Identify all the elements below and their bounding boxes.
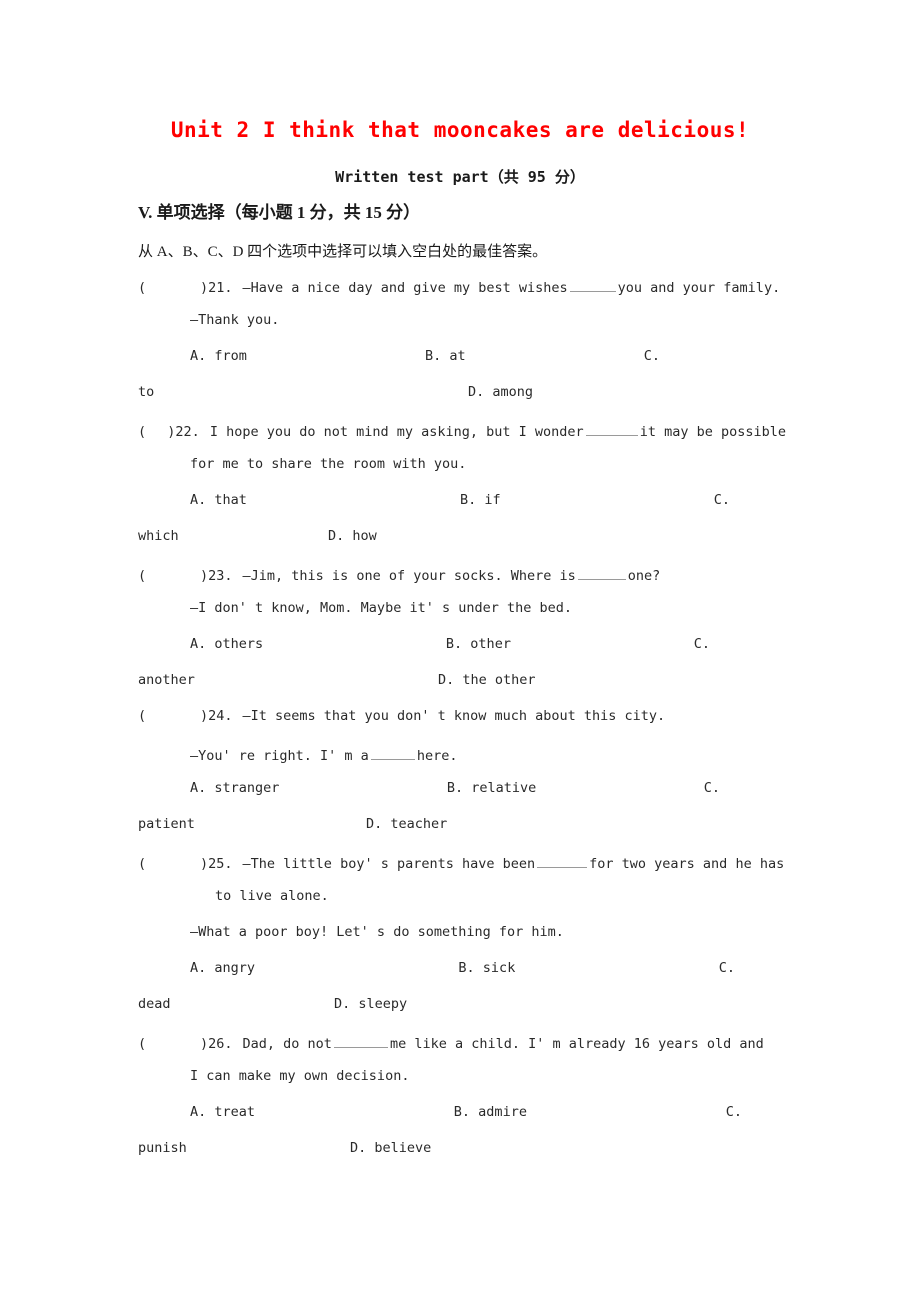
option-c-label[interactable]: C. bbox=[719, 961, 735, 976]
option-row: A. stranger B. relative C. bbox=[190, 781, 720, 796]
answer-bracket-close: ) bbox=[200, 708, 209, 724]
question-continuation-line: for me to share the room with you. bbox=[190, 456, 467, 472]
answer-bracket[interactable]: ( bbox=[138, 281, 200, 296]
answer-blank[interactable] bbox=[537, 854, 588, 868]
option-c-text[interactable]: which bbox=[138, 529, 328, 544]
question-number: 22. bbox=[175, 423, 200, 440]
question-number: 25. bbox=[208, 855, 233, 872]
option-a[interactable]: A. from bbox=[190, 349, 247, 364]
option-d[interactable]: D. sleepy bbox=[334, 997, 407, 1012]
option-overflow-row: punish D. believe bbox=[138, 1141, 786, 1156]
question-reply-line: —What a poor boy! Let' s do something fo… bbox=[190, 924, 564, 940]
option-overflow-row: patient D. teacher bbox=[138, 817, 786, 832]
question-stem: ( ) 25. —The little boy' s parents have … bbox=[138, 854, 786, 871]
question-reply-line: —I don' t know, Mom. Maybe it' s under t… bbox=[190, 600, 573, 616]
question-continuation-line: to live alone. bbox=[215, 888, 329, 904]
answer-bracket-close: ) bbox=[167, 423, 176, 440]
option-c-label[interactable]: C. bbox=[694, 637, 710, 652]
question-text: Dad, do not me like a child. I' m already… bbox=[242, 1034, 764, 1052]
option-overflow-row: dead D. sleepy bbox=[138, 997, 786, 1012]
option-d[interactable]: D. among bbox=[468, 385, 533, 400]
question-stem: ( ) 22. I hope you do not mind my asking… bbox=[138, 422, 786, 439]
answer-bracket[interactable]: ( bbox=[138, 709, 200, 724]
answer-bracket[interactable]: ( bbox=[138, 1037, 200, 1052]
option-d[interactable]: D. the other bbox=[438, 673, 536, 688]
answer-blank[interactable] bbox=[585, 422, 638, 436]
option-b[interactable]: B. at bbox=[425, 349, 466, 364]
answer-blank[interactable] bbox=[370, 746, 415, 760]
question-number: 24. bbox=[208, 708, 233, 724]
answer-bracket-close: ) bbox=[200, 567, 209, 584]
page-title: Unit 2 I think that mooncakes are delici… bbox=[170, 118, 750, 142]
question-stem: ( ) 24. —It seems that you don' t know m… bbox=[138, 708, 786, 724]
answer-blank[interactable] bbox=[577, 566, 626, 580]
option-d[interactable]: D. believe bbox=[350, 1141, 431, 1156]
option-overflow-row: another D. the other bbox=[138, 673, 786, 688]
option-a[interactable]: A. angry bbox=[190, 961, 255, 976]
option-a[interactable]: A. treat bbox=[190, 1105, 255, 1120]
answer-bracket[interactable]: ( bbox=[138, 425, 167, 440]
question-continuation-line: I can make my own decision. bbox=[190, 1068, 410, 1084]
answer-bracket[interactable]: ( bbox=[138, 569, 200, 584]
option-b[interactable]: B. admire bbox=[454, 1105, 527, 1120]
question-reply-line: —You' re right. I' m a here. bbox=[190, 746, 458, 764]
option-row: A. others B. other C. bbox=[190, 637, 710, 652]
question-stem: ( ) 23. —Jim, this is one of your socks.… bbox=[138, 566, 786, 583]
question-stem: ( ) 26. Dad, do not me like a child. I' m… bbox=[138, 1034, 786, 1051]
answer-blank[interactable] bbox=[333, 1034, 388, 1048]
question-number: 26. bbox=[208, 1035, 233, 1052]
option-a[interactable]: A. that bbox=[190, 493, 247, 508]
option-d[interactable]: D. teacher bbox=[366, 817, 447, 832]
option-row: A. from B. at C. bbox=[190, 349, 660, 364]
answer-bracket-close: ) bbox=[200, 1035, 209, 1052]
written-test-subtitle: Written test part（共 95 分） bbox=[335, 168, 585, 186]
question-text: —Jim, this is one of your socks. Where i… bbox=[242, 566, 661, 584]
answer-bracket-close: ) bbox=[200, 855, 209, 872]
option-c-text[interactable]: punish bbox=[138, 1141, 350, 1156]
answer-blank[interactable] bbox=[569, 278, 616, 292]
option-c-label[interactable]: C. bbox=[726, 1105, 742, 1120]
option-c-label[interactable]: C. bbox=[644, 349, 660, 364]
answer-bracket-close: ) bbox=[200, 279, 209, 296]
instruction-text: 从 A、B、C、D 四个选项中选择可以填入空白处的最佳答案。 bbox=[138, 244, 548, 260]
option-overflow-row: to D. among bbox=[138, 385, 786, 400]
option-b[interactable]: B. sick bbox=[458, 961, 515, 976]
question-text: —Have a nice day and give my best wishes… bbox=[242, 278, 781, 296]
option-b[interactable]: B. if bbox=[460, 493, 501, 508]
question-text: —It seems that you don' t know much abou… bbox=[242, 708, 666, 724]
option-row: A. angry B. sick C. bbox=[190, 961, 735, 976]
option-c-text[interactable]: another bbox=[138, 673, 438, 688]
question-text: —The little boy' s parents have been for … bbox=[242, 854, 785, 872]
question-stem: ( ) 21. —Have a nice day and give my bes… bbox=[138, 278, 786, 295]
option-a[interactable]: A. stranger bbox=[190, 781, 279, 796]
option-c-text[interactable]: patient bbox=[138, 817, 366, 832]
option-row: A. treat B. admire C. bbox=[190, 1105, 742, 1120]
question-text: I hope you do not mind my asking, but I … bbox=[209, 422, 786, 440]
option-overflow-row: which D. how bbox=[138, 529, 786, 544]
option-c-label[interactable]: C. bbox=[714, 493, 730, 508]
answer-bracket[interactable]: ( bbox=[138, 857, 200, 872]
exam-page: Unit 2 I think that mooncakes are delici… bbox=[0, 0, 920, 1302]
question-number: 21. bbox=[208, 279, 233, 296]
option-c-text[interactable]: to bbox=[138, 385, 468, 400]
option-c-label[interactable]: C. bbox=[704, 781, 720, 796]
option-row: A. that B. if C. bbox=[190, 493, 730, 508]
section-heading-multiple-choice: V. 单项选择（每小题 1 分，共 15 分） bbox=[138, 203, 421, 222]
option-d[interactable]: D. how bbox=[328, 529, 377, 544]
option-a[interactable]: A. others bbox=[190, 637, 263, 652]
option-b[interactable]: B. other bbox=[446, 637, 511, 652]
option-b[interactable]: B. relative bbox=[447, 781, 536, 796]
option-c-text[interactable]: dead bbox=[138, 997, 334, 1012]
question-number: 23. bbox=[208, 567, 233, 584]
question-reply-line: —Thank you. bbox=[190, 312, 280, 328]
